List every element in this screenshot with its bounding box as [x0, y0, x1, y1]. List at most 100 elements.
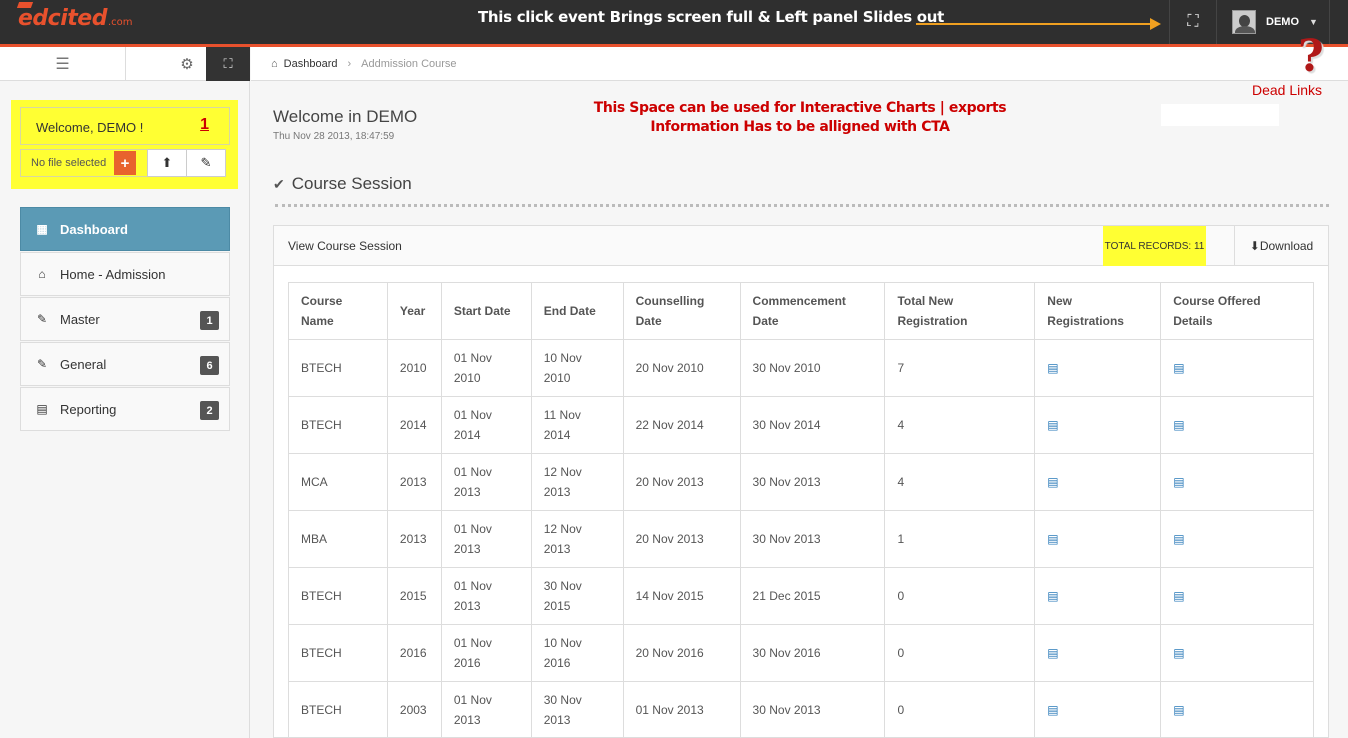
book-icon: ▤ — [1047, 418, 1059, 432]
table-cell: BTECH — [288, 396, 388, 454]
table-cell: ▤ — [1160, 453, 1314, 511]
course-details-link[interactable]: ▤ — [1173, 361, 1184, 375]
book-icon: ▤ — [36, 402, 48, 416]
sidebar-toolbar: ☰ ⚙ ⛶ — [0, 47, 250, 81]
book-icon: ▤ — [1047, 361, 1059, 375]
course-details-link[interactable]: ▤ — [1173, 418, 1184, 432]
chevron-right-icon: › — [347, 57, 352, 70]
book-icon: ▤ — [1047, 532, 1059, 546]
dead-links-annotation: Dead Links — [1252, 82, 1323, 98]
column-header: Total New Registration — [884, 282, 1036, 340]
table-cell: ▤ — [1160, 567, 1314, 625]
plus-icon: + — [120, 154, 130, 172]
table-cell: 2013 — [386, 453, 442, 511]
table-cell: ▤ — [1034, 681, 1162, 738]
fullscreen-button[interactable]: ⛶ — [1169, 0, 1217, 44]
upload-button[interactable]: ⬆ — [147, 149, 187, 177]
table-cell: ▤ — [1034, 510, 1162, 568]
edit-button[interactable]: ✎ — [186, 149, 226, 177]
hamburger-icon: ☰ — [55, 56, 70, 73]
sidebar-item-label: Dashboard — [60, 221, 128, 237]
new-registrations-link[interactable]: ▤ — [1047, 646, 1058, 660]
course-details-link[interactable]: ▤ — [1173, 532, 1184, 546]
page-title: Welcome in DEMO — [273, 107, 418, 126]
book-icon: ▤ — [1047, 589, 1059, 603]
new-registrations-link[interactable]: ▤ — [1047, 361, 1058, 375]
course-details-link[interactable]: ▤ — [1173, 589, 1184, 603]
new-registrations-link[interactable]: ▤ — [1047, 418, 1058, 432]
panel-title: View Course Session — [288, 239, 402, 253]
table-cell: BTECH — [288, 339, 388, 397]
breadcrumb-dashboard-link[interactable]: Dashboard — [284, 58, 338, 70]
arrow-head-icon — [1150, 18, 1161, 30]
avatar — [1232, 10, 1256, 34]
course-details-link[interactable]: ▤ — [1173, 475, 1184, 489]
sidebar-item-home-admission[interactable]: ⌂ Home - Admission — [20, 252, 230, 296]
blank-area — [1161, 104, 1279, 126]
course-details-link[interactable]: ▤ — [1173, 703, 1184, 717]
table-cell: ▤ — [1034, 567, 1162, 625]
book-icon: ▤ — [1173, 703, 1185, 717]
table-cell: 30 Nov 2013 — [739, 510, 886, 568]
column-header: Course Name — [288, 282, 388, 340]
sidebar-item-general[interactable]: ✎ General 6 — [20, 342, 230, 386]
table-cell: 01 Nov 2013 — [622, 681, 741, 738]
table-cell: ▤ — [1034, 624, 1162, 682]
table-cell: 30 Nov 2014 — [739, 396, 886, 454]
new-registrations-link[interactable]: ▤ — [1047, 475, 1058, 489]
table-cell: ▤ — [1160, 681, 1314, 738]
page-date: Thu Nov 28 2013, 18:47:59 — [273, 131, 395, 142]
new-registrations-link[interactable]: ▤ — [1047, 532, 1058, 546]
logo[interactable]: edcited.com — [16, 2, 133, 31]
check-icon: ✔ — [273, 176, 285, 192]
book-icon: ▤ — [1047, 475, 1059, 489]
column-header: Counselling Date — [622, 282, 741, 340]
panel-header: View Course Session TOTAL RECORDS: 11 ⬇ D… — [274, 226, 1328, 266]
new-registrations-link[interactable]: ▤ — [1047, 589, 1058, 603]
annotation-arrow — [916, 23, 1154, 25]
table-cell: MBA — [288, 510, 388, 568]
sidebar-item-dashboard[interactable]: ▦ Dashboard — [20, 207, 230, 251]
sidebar-item-master[interactable]: ✎ Master 1 — [20, 297, 230, 341]
table-cell: 30 Nov 2013 — [739, 681, 886, 738]
edit-icon: ✎ — [36, 312, 48, 326]
add-file-button[interactable]: + — [114, 151, 136, 175]
table-cell: 22 Nov 2014 — [622, 396, 741, 454]
book-icon: ▤ — [1173, 418, 1185, 432]
graduation-cap-icon — [16, 2, 34, 8]
table-cell: 10 Nov 2016 — [530, 624, 624, 682]
divider — [275, 204, 1329, 207]
new-registrations-link[interactable]: ▤ — [1047, 703, 1058, 717]
menu-toggle-button[interactable]: ☰ — [0, 47, 126, 81]
table-cell: 30 Nov 2016 — [739, 624, 886, 682]
sidebar-item-label: Reporting — [60, 401, 117, 417]
table-cell: 12 Nov 2013 — [530, 453, 624, 511]
download-button[interactable]: ⬇ Download — [1234, 226, 1328, 266]
table-cell: 01 Nov 2016 — [440, 624, 532, 682]
sidebar-item-label: General — [60, 356, 107, 372]
table-cell: 01 Nov 2013 — [440, 510, 532, 568]
column-header: End Date — [530, 282, 624, 340]
section-title-text: Course Session — [291, 174, 412, 193]
count-badge: 2 — [200, 401, 219, 420]
edit-icon: ✎ — [36, 357, 48, 371]
annotation-line: Information Has to be alligned with CTA — [650, 119, 950, 135]
book-icon: ▤ — [1047, 646, 1059, 660]
table-cell: 2014 — [386, 396, 442, 454]
book-icon: ▤ — [1047, 703, 1059, 717]
section-title: ✔ Course Session — [273, 174, 412, 194]
settings-button[interactable]: ⚙ — [168, 47, 206, 81]
grid-icon: ▦ — [36, 222, 48, 236]
total-records: TOTAL RECORDS: 11 — [1103, 226, 1206, 266]
logo-domain: .com — [107, 17, 133, 28]
download-label: Download — [1259, 239, 1314, 253]
sidebar-item-reporting[interactable]: ▤ Reporting 2 — [20, 387, 230, 431]
download-icon: ⬇ — [1249, 239, 1260, 253]
file-input-label: No file selected — [31, 157, 107, 169]
sidebar-expand-button[interactable]: ⛶ — [206, 47, 250, 81]
table-row: MBA 2013 01 Nov 2013 12 Nov 2013 20 Nov 2013… — [288, 510, 1314, 568]
total-records-text: TOTAL RECORDS: 11 — [1104, 240, 1205, 252]
table-cell: 0 — [884, 681, 1036, 738]
table-cell: BTECH — [288, 624, 388, 682]
course-details-link[interactable]: ▤ — [1173, 646, 1184, 660]
